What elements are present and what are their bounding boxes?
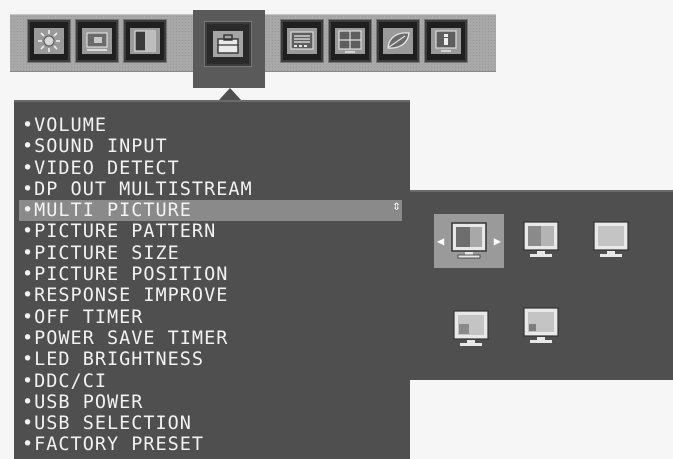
left-arrow-icon: ◀	[437, 234, 445, 248]
brightness-icon	[34, 28, 64, 54]
menu-item-off-timer[interactable]: •OFF TIMER	[22, 307, 402, 328]
menu-item-multi-picture[interactable]: •MULTI PICTURE ⇕	[19, 198, 402, 222]
menu-item-dp-out-multistream[interactable]: •DP OUT MULTISTREAM	[22, 179, 402, 200]
tab-tools[interactable]	[205, 22, 251, 66]
menu-item-factory-preset[interactable]: •FACTORY PRESET	[22, 434, 402, 455]
tab-color[interactable]	[124, 20, 166, 62]
multi-picture-icon	[335, 28, 365, 54]
menu-item-label: •MULTI PICTURE	[22, 200, 192, 222]
menu-item-label: •OFF TIMER	[22, 306, 144, 328]
color-icon	[130, 28, 160, 54]
menu-item-label: •USB SELECTION	[22, 413, 192, 435]
tab-image-adjust[interactable]	[76, 20, 118, 62]
menu-item-label: •VIDEO DETECT	[22, 157, 180, 179]
picture-in-picture-bottom-left-small-layout-icon	[523, 307, 559, 343]
menu-item-label: •USB POWER	[22, 391, 144, 413]
menu-item-video-detect[interactable]: •VIDEO DETECT	[22, 158, 402, 179]
menu-item-power-save-timer[interactable]: •POWER SAVE TIMER	[22, 328, 402, 349]
menu-item-label: •DP OUT MULTISTREAM	[22, 178, 253, 200]
selected-tab-pointer	[219, 88, 241, 100]
menu-item-label: •RESPONSE IMPROVE	[22, 285, 229, 307]
menu-item-label: •PICTURE SIZE	[22, 242, 180, 264]
multi-picture-options-panel: ◀ ▶	[410, 190, 673, 380]
menu-item-label: •PICTURE POSITION	[22, 264, 229, 286]
menu-item-usb-selection[interactable]: •USB SELECTION	[22, 413, 402, 434]
picture-by-picture-layout-icon	[523, 221, 559, 257]
menu-item-ddc-ci[interactable]: •DDC/CI	[22, 371, 402, 392]
menu-item-response-improve[interactable]: •RESPONSE IMPROVE	[22, 285, 402, 306]
layout-option-pbp-alt[interactable]	[589, 220, 633, 260]
layout-option-pbp[interactable]	[519, 220, 563, 260]
menu-item-label: •DDC/CI	[22, 370, 107, 392]
tab-eco[interactable]	[377, 20, 419, 62]
eco-icon	[383, 28, 413, 54]
menu-item-volume[interactable]: •VOLUME	[22, 115, 402, 136]
menu-item-label: •POWER SAVE TIMER	[22, 327, 229, 349]
single-picture-layout-icon	[451, 222, 487, 259]
up-down-arrow-icon: ⇕	[392, 198, 402, 215]
tools-icon	[213, 31, 243, 57]
menu-tools-icon	[287, 28, 317, 54]
tab-multi-picture[interactable]	[329, 20, 371, 62]
menu-item-label: •PICTURE PATTERN	[22, 221, 217, 243]
picture-in-picture-bottom-left-layout-icon	[453, 310, 489, 346]
layout-option-pip[interactable]	[449, 309, 493, 349]
layout-option-pip-small[interactable]	[519, 306, 563, 346]
menu-item-label: •VOLUME	[22, 115, 107, 136]
osd-menu-panel: •VOLUME •SOUND INPUT •VIDEO DETECT •DP O…	[14, 100, 410, 459]
picture-by-picture-alt-layout-icon	[593, 221, 629, 257]
tab-menu-tools[interactable]	[281, 20, 323, 62]
menu-item-picture-size[interactable]: •PICTURE SIZE	[22, 243, 402, 264]
menu-item-label: •FACTORY PRESET	[22, 434, 205, 456]
menu-item-picture-pattern[interactable]: •PICTURE PATTERN	[22, 221, 402, 242]
menu-item-picture-position[interactable]: •PICTURE POSITION	[22, 264, 402, 285]
right-arrow-icon: ▶	[493, 234, 501, 248]
menu-item-sound-input[interactable]: •SOUND INPUT	[22, 136, 402, 157]
menu-item-usb-power[interactable]: •USB POWER	[22, 392, 402, 413]
menu-item-label: •LED BRIGHTNESS	[22, 349, 205, 371]
tab-information[interactable]	[425, 20, 467, 62]
tab-brightness[interactable]	[28, 20, 70, 62]
menu-item-led-brightness[interactable]: •LED BRIGHTNESS	[22, 349, 402, 370]
layout-option-single[interactable]: ◀ ▶	[434, 214, 504, 268]
information-icon	[431, 28, 461, 54]
menu-item-label: •SOUND INPUT	[22, 136, 168, 158]
image-adjust-icon	[82, 28, 112, 54]
menu-list: •VOLUME •SOUND INPUT •VIDEO DETECT •DP O…	[19, 115, 402, 456]
